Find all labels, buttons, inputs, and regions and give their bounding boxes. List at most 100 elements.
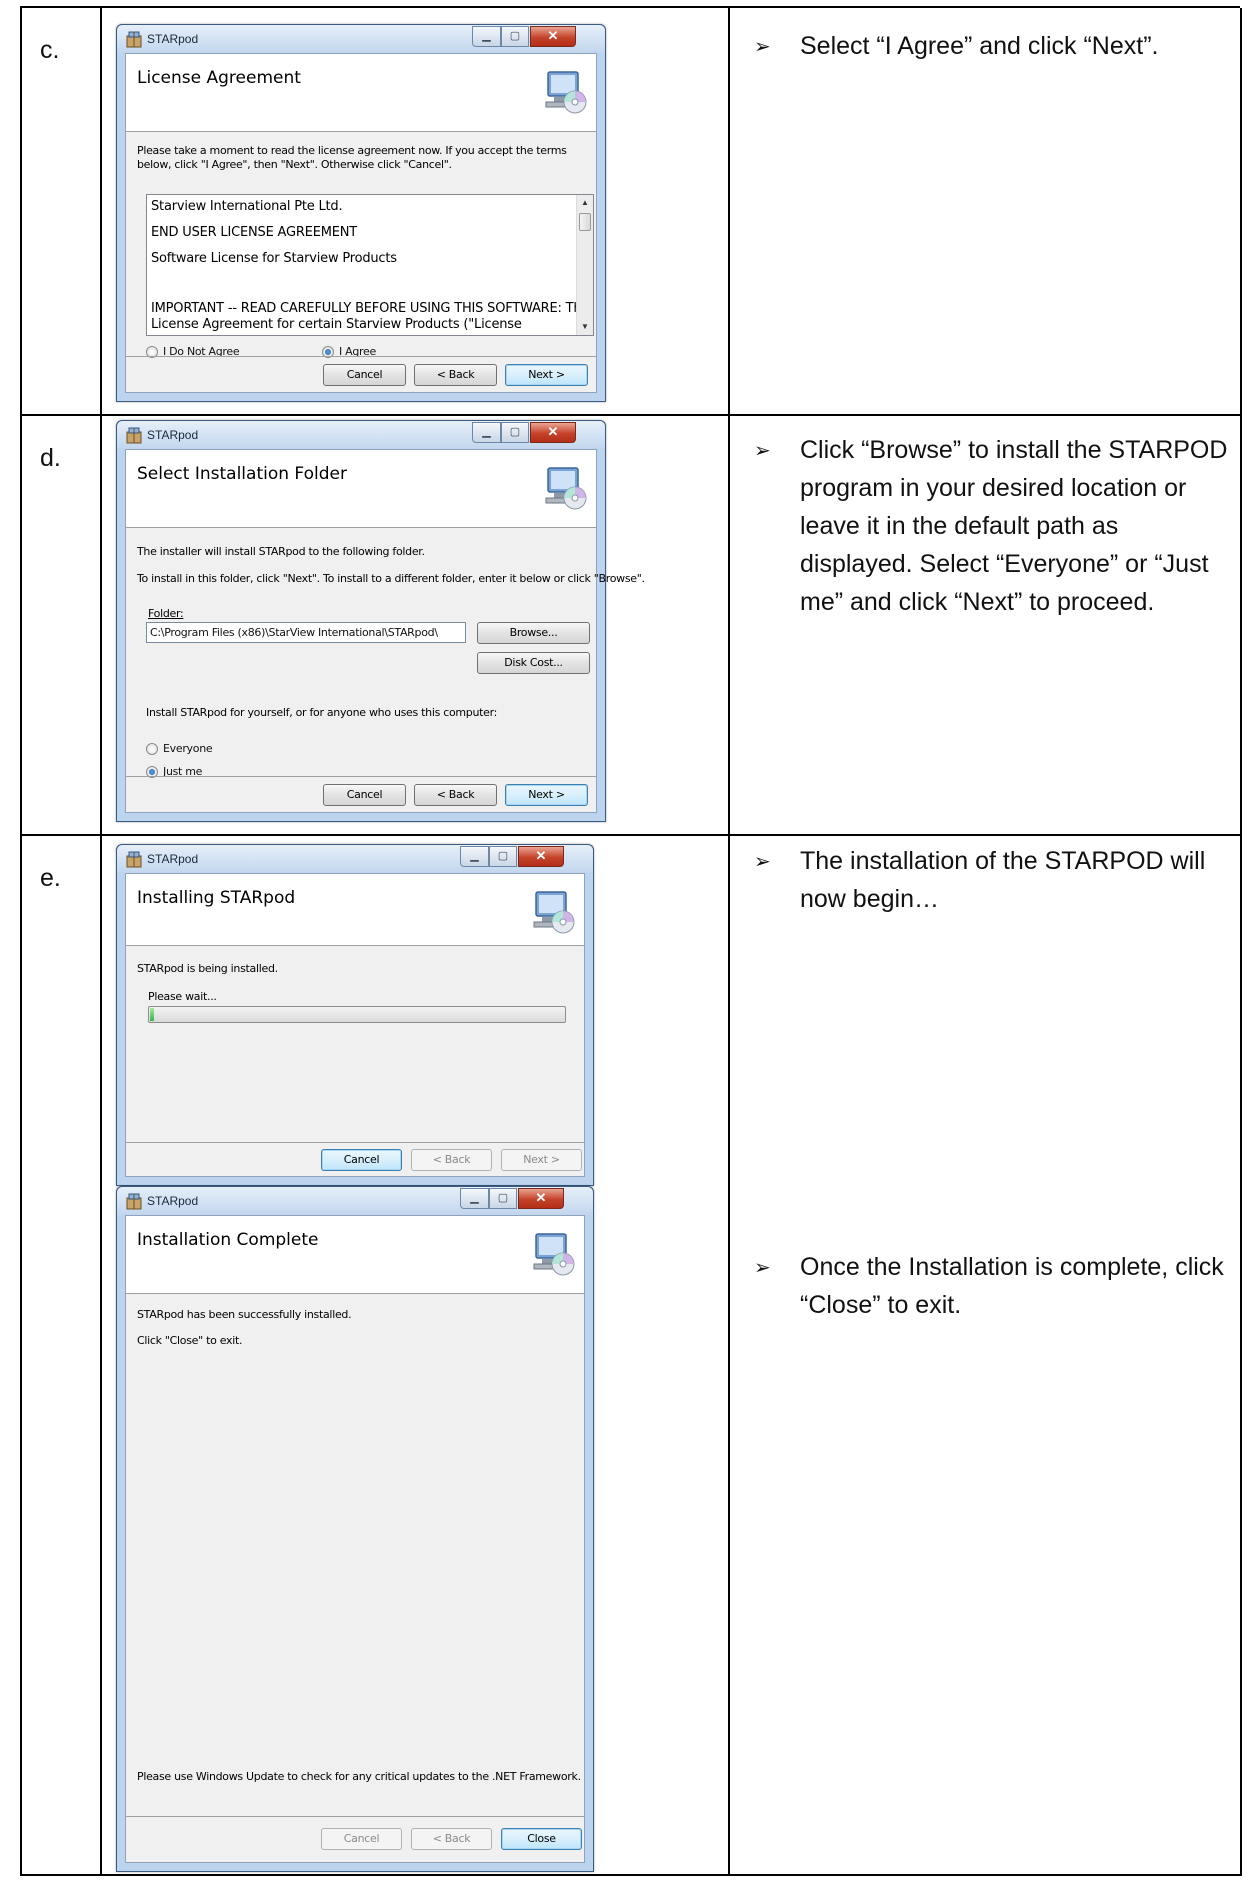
folder-label: Folder: (148, 607, 184, 620)
screenshot-cell: STARpod ▁ ▢ ✕ Select Installation Folder… (102, 416, 730, 834)
back-button: < Back (411, 1149, 492, 1171)
dialog-body: Select Installation Folder The installer… (125, 449, 645, 813)
close-icon[interactable]: ✕ (518, 1188, 564, 1209)
complete-message: STARpod has been successfully installed. (137, 1308, 352, 1321)
instruction-bullet: ➢ Once the Installation is complete, cli… (730, 1248, 1240, 1324)
instruction-bullet: ➢ Select “I Agree” and click “Next”. (730, 27, 1240, 65)
table-row: e. STARpod ▁ ▢ ✕ Installing STARpod STAR (22, 836, 1242, 1876)
radio-everyone[interactable]: Everyone (146, 742, 213, 755)
close-instruction: Click "Close" to exit. (137, 1334, 243, 1347)
license-line: IMPORTANT -- READ CAREFULLY BEFORE USING… (151, 301, 592, 316)
computer-cd-setup-icon (533, 1233, 575, 1276)
cancel-button[interactable]: Cancel (323, 784, 406, 806)
title-bar[interactable]: STARpod ▁ ▢ ✕ (117, 1187, 593, 1215)
install-folder-dialog: STARpod ▁ ▢ ✕ Select Installation Folder… (116, 420, 645, 822)
close-icon[interactable]: ✕ (530, 26, 576, 47)
cancel-button[interactable]: Cancel (321, 1149, 402, 1171)
window-title: STARpod (147, 428, 199, 442)
instruction-cell: ➢ Click “Browse” to install the STARPOD … (730, 416, 1242, 834)
license-line: License Agreement for certain Starview P… (151, 317, 522, 332)
maximize-icon[interactable]: ▢ (489, 846, 517, 867)
table-row: d. STARpod ▁ ▢ ✕ Select Installation Fol… (22, 416, 1242, 836)
button-bar: Cancel < Back Next > (126, 356, 596, 392)
back-button[interactable]: < Back (414, 364, 497, 386)
maximize-icon[interactable]: ▢ (489, 1188, 517, 1209)
install-complete-dialog: STARpod ▁ ▢ ✕ Installation Complete STAR… (116, 1186, 594, 1872)
arrow-bullet-icon: ➢ (754, 438, 771, 462)
folder-info-line: To install in this folder, click "Next".… (137, 572, 645, 585)
button-bar: Cancel < Back Close (126, 1816, 584, 1862)
minimize-icon[interactable]: ▁ (472, 422, 501, 443)
install-progress-bar (148, 1006, 566, 1023)
computer-cd-setup-icon (545, 71, 587, 114)
scroll-down-icon[interactable]: ▼ (577, 319, 593, 335)
dialog-body: Installation Complete STARpod has been s… (125, 1215, 585, 1863)
window-title: STARpod (147, 1194, 199, 1208)
dialog-heading: Select Installation Folder (137, 464, 347, 484)
title-bar[interactable]: STARpod ▁ ▢ ✕ (117, 845, 593, 873)
dialog-heading: Installation Complete (137, 1230, 319, 1250)
progress-fill (150, 1008, 155, 1021)
step-cell: d. (22, 416, 102, 834)
installing-dialog: STARpod ▁ ▢ ✕ Installing STARpod STARpod… (116, 844, 594, 1186)
button-bar: Cancel < Back Next > (126, 1142, 584, 1176)
windows-update-note: Please use Windows Update to check for a… (137, 1770, 581, 1783)
step-cell: e. (22, 836, 102, 1874)
close-icon[interactable]: ✕ (518, 846, 564, 867)
installer-package-icon (126, 1193, 142, 1210)
maximize-icon[interactable]: ▢ (501, 422, 529, 443)
instruction-text: Select “I Agree” and click “Next”. (800, 32, 1159, 60)
scroll-thumb[interactable] (579, 213, 591, 231)
disk-cost-button[interactable]: Disk Cost... (477, 652, 590, 674)
arrow-bullet-icon: ➢ (754, 1255, 771, 1279)
close-icon[interactable]: ✕ (530, 422, 576, 443)
computer-cd-setup-icon (545, 467, 587, 510)
header-banner: License Agreement (126, 54, 596, 132)
minimize-icon[interactable]: ▁ (472, 26, 501, 47)
back-button[interactable]: < Back (414, 784, 497, 806)
radio-label: Everyone (163, 742, 213, 755)
maximize-icon[interactable]: ▢ (501, 26, 529, 47)
title-bar[interactable]: STARpod ▁ ▢ ✕ (117, 421, 605, 449)
dialog-body: License Agreement Please take a moment t… (125, 53, 597, 393)
license-line: Starview International Pte Ltd. (151, 199, 343, 214)
folder-path-input[interactable]: C:\Program Files (x86)\StarView Internat… (146, 622, 466, 643)
install-for-label: Install STARpod for yourself, or for any… (146, 706, 498, 719)
scroll-up-icon[interactable]: ▲ (577, 195, 593, 211)
next-button[interactable]: Next > (505, 364, 588, 386)
license-dialog: STARpod ▁ ▢ ✕ License Agreement Please t… (116, 24, 606, 402)
next-button[interactable]: Next > (505, 784, 588, 806)
installer-package-icon (126, 427, 142, 444)
license-text-box[interactable]: Starview International Pte Ltd. END USER… (146, 194, 594, 336)
cancel-button[interactable]: Cancel (323, 364, 406, 386)
step-letter: d. (40, 444, 61, 472)
step-letter: c. (40, 36, 60, 64)
browse-button[interactable]: Browse... (477, 622, 590, 644)
vertical-scrollbar[interactable]: ▲ ▼ (576, 195, 593, 335)
folder-info-line: The installer will install STARpod to th… (137, 545, 425, 558)
close-button[interactable]: Close (501, 1828, 582, 1850)
back-button: < Back (411, 1828, 492, 1850)
installer-package-icon (126, 851, 142, 868)
window-title: STARpod (147, 852, 199, 866)
minimize-icon[interactable]: ▁ (460, 1188, 489, 1209)
computer-cd-setup-icon (533, 891, 575, 934)
title-bar[interactable]: STARpod ▁ ▢ ✕ (117, 25, 605, 53)
instruction-text: Click “Browse” to install the STARPOD pr… (800, 436, 1228, 616)
step-letter: e. (40, 864, 61, 892)
next-button: Next > (501, 1149, 582, 1171)
cancel-button: Cancel (321, 1828, 402, 1850)
radio-button-icon (146, 742, 158, 755)
instruction-text: Once the Installation is complete, click… (800, 1253, 1224, 1319)
table-row: c. STARpod ▁ ▢ ✕ License Agreement Pleas… (22, 8, 1242, 416)
arrow-bullet-icon: ➢ (754, 849, 771, 873)
installer-package-icon (126, 31, 142, 48)
install-status: STARpod is being installed. (137, 962, 278, 975)
instruction-cell: ➢ Select “I Agree” and click “Next”. (730, 8, 1242, 414)
license-line: Software License for Starview Products (151, 251, 397, 266)
instruction-text: The installation of the STARPOD will now… (800, 847, 1206, 913)
instruction-bullet: ➢ The installation of the STARPOD will n… (730, 842, 1240, 918)
minimize-icon[interactable]: ▁ (460, 846, 489, 867)
please-wait-label: Please wait... (148, 990, 217, 1003)
arrow-bullet-icon: ➢ (754, 34, 771, 58)
